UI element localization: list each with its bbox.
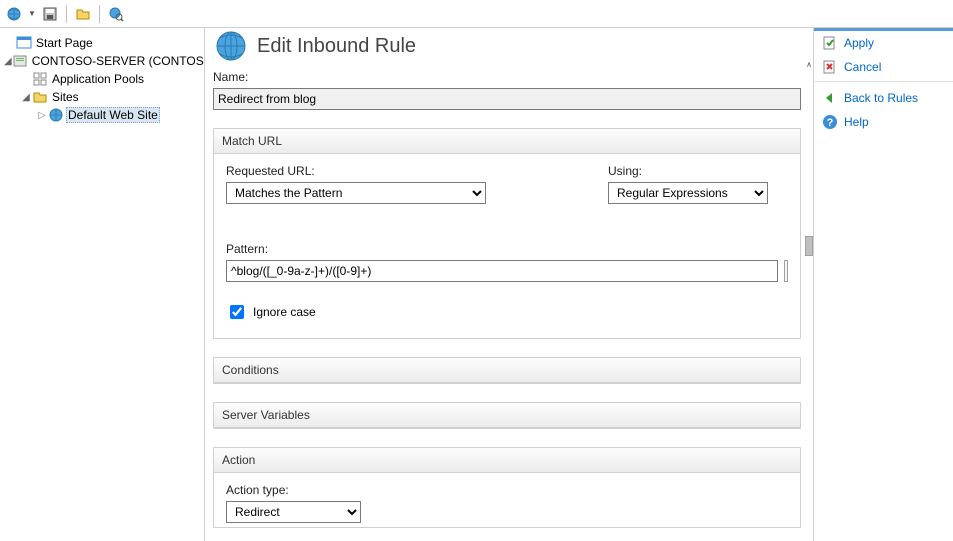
dropdown-caret-icon[interactable]: ▼: [28, 9, 36, 18]
section-header-match-url[interactable]: Match URL: [214, 129, 800, 154]
globe-large-icon: [213, 28, 249, 64]
globe-nav-icon[interactable]: [4, 4, 24, 24]
back-arrow-icon: [822, 90, 838, 106]
scroll-up-icon[interactable]: ∧: [805, 58, 813, 70]
name-label: Name:: [213, 70, 801, 84]
cancel-action[interactable]: Cancel: [814, 55, 953, 82]
action-type-label: Action type:: [226, 483, 788, 497]
actions-panel: Apply Cancel Back to Rules ? Help: [813, 28, 953, 541]
help-icon: ?: [822, 114, 838, 130]
toolbar: ▼: [0, 0, 953, 28]
action-section: Action Action type: Redirect: [213, 447, 801, 528]
cancel-icon: [822, 59, 838, 75]
server-icon: [12, 53, 28, 69]
tree-server[interactable]: ◢ CONTOSO-SERVER (CONTOSO: [4, 52, 200, 70]
using-label: Using:: [608, 164, 788, 178]
match-url-section: Match URL Requested URL: Matches the Pat…: [213, 128, 801, 339]
folder-open-icon[interactable]: [73, 4, 93, 24]
requested-url-select[interactable]: Matches the Pattern: [226, 182, 486, 204]
app-pools-icon: [32, 71, 48, 87]
center-panel: ∧ Edit Inbound Rule Name: Match URL Req: [205, 28, 813, 541]
using-select[interactable]: Regular Expressions: [608, 182, 768, 204]
section-header-conditions[interactable]: Conditions: [214, 358, 800, 383]
scrollbar-thumb[interactable]: [805, 236, 813, 256]
ignore-case-checkbox[interactable]: Ignore case: [226, 302, 788, 322]
tree-default-web-site[interactable]: ▷ Default Web Site: [4, 106, 200, 124]
page-title: Edit Inbound Rule: [213, 28, 801, 64]
sites-folder-icon: [32, 89, 48, 105]
caret-collapsed-icon[interactable]: ▷: [36, 110, 48, 121]
section-header-server-variables[interactable]: Server Variables: [214, 403, 800, 428]
action-type-select[interactable]: Redirect: [226, 501, 361, 523]
pattern-label: Pattern:: [226, 242, 788, 256]
connections-tree: Start Page ◢ CONTOSO-SERVER (CONTOSO App…: [0, 28, 205, 541]
caret-expanded-icon[interactable]: ◢: [20, 92, 32, 103]
conditions-section: Conditions: [213, 357, 801, 384]
website-globe-icon: [48, 107, 64, 123]
tree-sites[interactable]: ◢ Sites: [4, 88, 200, 106]
requested-url-label: Requested URL:: [226, 164, 486, 178]
toolbar-separator: [99, 5, 100, 23]
rule-name-input[interactable]: [213, 88, 801, 110]
pattern-input[interactable]: [226, 260, 778, 282]
apply-action[interactable]: Apply: [814, 31, 953, 55]
save-icon[interactable]: [40, 4, 60, 24]
help-action[interactable]: ? Help: [814, 110, 953, 134]
svg-text:?: ?: [827, 117, 834, 129]
globe-search-icon[interactable]: [106, 4, 126, 24]
back-to-rules-action[interactable]: Back to Rules: [814, 86, 953, 110]
tree-start-page[interactable]: Start Page: [4, 34, 200, 52]
tree-app-pools[interactable]: Application Pools: [4, 70, 200, 88]
ignore-case-input[interactable]: [230, 305, 244, 319]
start-page-icon: [16, 35, 32, 51]
section-header-action[interactable]: Action: [214, 448, 800, 473]
server-variables-section: Server Variables: [213, 402, 801, 429]
test-pattern-button[interactable]: [784, 260, 788, 282]
apply-icon: [822, 35, 838, 51]
caret-expanded-icon[interactable]: ◢: [4, 56, 12, 67]
toolbar-separator: [66, 5, 67, 23]
